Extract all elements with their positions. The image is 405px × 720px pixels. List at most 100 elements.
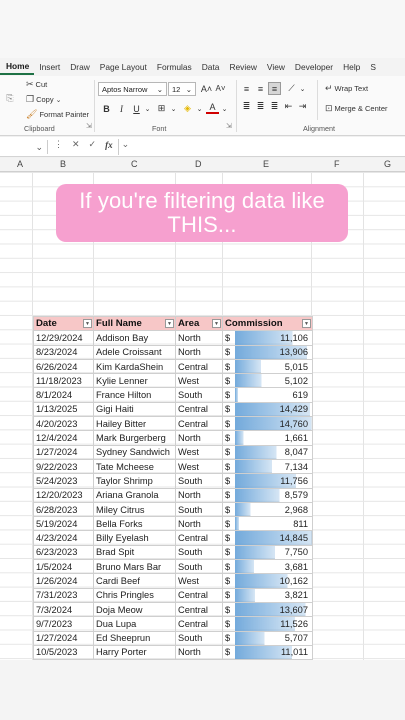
name-cell[interactable]: Billy Eyelash	[93, 530, 176, 546]
table-row[interactable]: 4/20/2023 Hailey Bitter Central $14,760	[33, 416, 314, 432]
tab-developer[interactable]: Developer	[290, 62, 338, 72]
currency-cell[interactable]: $	[222, 330, 235, 346]
align-top-icon[interactable]: ≡	[240, 82, 253, 95]
tab-formulas[interactable]: Formulas	[152, 62, 197, 72]
name-cell[interactable]: Dua Lupa	[93, 616, 176, 632]
filter-dropdown-icon[interactable]: ▼	[212, 319, 221, 328]
clipboard-launcher-icon[interactable]: ⇲	[86, 122, 92, 130]
date-cell[interactable]: 9/22/2023	[33, 458, 94, 475]
currency-cell[interactable]: $	[222, 358, 235, 375]
table-row[interactable]: 1/27/2024 Ed Sheeprun South $5,707	[33, 630, 314, 646]
area-cell[interactable]: North	[175, 644, 223, 661]
name-cell[interactable]: Mark Burgerberg	[93, 430, 176, 446]
currency-cell[interactable]: $	[222, 630, 235, 646]
table-row[interactable]: 7/3/2024 Doja Meow Central $13,607	[33, 601, 314, 618]
table-row[interactable]: 9/7/2023 Dua Lupa Central $11,526	[33, 616, 314, 632]
date-cell[interactable]: 6/23/2023	[33, 544, 94, 561]
area-cell[interactable]: West	[175, 573, 223, 589]
area-cell[interactable]: South	[175, 559, 223, 575]
area-cell[interactable]: Central	[175, 616, 223, 632]
commission-cell[interactable]: 13,906	[234, 344, 314, 360]
date-cell[interactable]: 7/31/2023	[33, 587, 94, 603]
tab-review[interactable]: Review	[224, 62, 261, 72]
align-left-icon[interactable]: ≣	[240, 100, 253, 113]
table-row[interactable]: 4/23/2024 Billy Eyelash Central $14,845	[33, 530, 314, 546]
chevron-down-icon[interactable]: ⌄	[218, 102, 231, 115]
currency-cell[interactable]: $	[222, 430, 235, 446]
area-cell[interactable]: North	[175, 487, 223, 503]
commission-cell[interactable]: 8,047	[234, 444, 314, 460]
formula-input[interactable]	[118, 139, 405, 155]
name-box[interactable]: ⌄	[0, 140, 48, 154]
commission-cell[interactable]: 14,760	[234, 416, 314, 432]
name-cell[interactable]: Kylie Lenner	[93, 373, 176, 389]
table-row[interactable]: 12/4/2024 Mark Burgerberg North $1,661	[33, 430, 314, 446]
table-row[interactable]: 1/5/2024 Bruno Mars Bar South $3,681	[33, 559, 314, 575]
table-row[interactable]: 6/26/2024 Kim KardaShein Central $5,015	[33, 358, 314, 375]
shrink-font-button[interactable]: A˅	[214, 82, 227, 95]
currency-cell[interactable]: $	[222, 616, 235, 632]
chevron-down-icon[interactable]: ⌄	[296, 82, 309, 95]
tab-page-layout[interactable]: Page Layout	[95, 62, 152, 72]
filter-dropdown-icon[interactable]: ▼	[302, 319, 312, 328]
font-launcher-icon[interactable]: ⇲	[226, 122, 232, 130]
name-cell[interactable]: Tate Mcheese	[93, 458, 176, 475]
area-cell[interactable]: South	[175, 501, 223, 518]
date-cell[interactable]: 1/5/2024	[33, 559, 94, 575]
area-cell[interactable]: North	[175, 330, 223, 346]
date-cell[interactable]: 5/19/2024	[33, 516, 94, 532]
area-cell[interactable]: South	[175, 544, 223, 561]
currency-cell[interactable]: $	[222, 559, 235, 575]
area-cell[interactable]: North	[175, 344, 223, 360]
commission-cell[interactable]: 619	[234, 387, 314, 403]
table-row[interactable]: 12/29/2024 Addison Bay North $11,106	[33, 330, 314, 346]
area-cell[interactable]: West	[175, 373, 223, 389]
date-cell[interactable]: 1/27/2024	[33, 630, 94, 646]
table-row[interactable]: 12/20/2023 Ariana Granola North $8,579	[33, 487, 314, 503]
area-cell[interactable]: North	[175, 430, 223, 446]
commission-cell[interactable]: 13,607	[234, 601, 314, 618]
chevron-down-icon[interactable]: ⌄	[141, 102, 154, 115]
tab-view[interactable]: View	[262, 62, 290, 72]
area-cell[interactable]: Central	[175, 401, 223, 418]
currency-cell[interactable]: $	[222, 387, 235, 403]
date-cell[interactable]: 6/28/2023	[33, 501, 94, 518]
column-header-d[interactable]: D	[195, 159, 202, 169]
column-header-e[interactable]: E	[263, 159, 269, 169]
date-cell[interactable]: 11/18/2023	[33, 373, 94, 389]
column-header-f[interactable]: F	[334, 159, 340, 169]
commission-cell[interactable]: 7,750	[234, 544, 314, 561]
font-size-select[interactable]: 12 ⌄	[168, 82, 196, 96]
date-cell[interactable]: 1/13/2025	[33, 401, 94, 418]
date-cell[interactable]: 12/20/2023	[33, 487, 94, 503]
commission-cell[interactable]: 2,968	[234, 501, 314, 518]
align-bottom-icon[interactable]: ≡	[268, 82, 281, 95]
tab-insert[interactable]: Insert	[34, 62, 65, 72]
column-header-g[interactable]: G	[384, 159, 391, 169]
commission-cell[interactable]: 3,821	[234, 587, 314, 603]
name-cell[interactable]: Brad Spit	[93, 544, 176, 561]
name-cell[interactable]: Harry Porter	[93, 644, 176, 661]
filter-dropdown-icon[interactable]: ▼	[165, 319, 174, 328]
currency-cell[interactable]: $	[222, 473, 235, 489]
paste-icon[interactable]: ⎘	[2, 84, 18, 112]
align-center-icon[interactable]: ≣	[254, 100, 267, 113]
table-row[interactable]: 1/27/2024 Sydney Sandwich West $8,047	[33, 444, 314, 460]
date-cell[interactable]: 6/26/2024	[33, 358, 94, 375]
name-cell[interactable]: Hailey Bitter	[93, 416, 176, 432]
date-cell[interactable]: 8/23/2024	[33, 344, 94, 360]
wrap-text-button[interactable]: ↵ Wrap Text	[325, 83, 368, 94]
date-cell[interactable]: 9/7/2023	[33, 616, 94, 632]
commission-cell[interactable]: 3,681	[234, 559, 314, 575]
area-cell[interactable]: Central	[175, 358, 223, 375]
area-cell[interactable]: North	[175, 516, 223, 532]
tab-data[interactable]: Data	[197, 62, 225, 72]
currency-cell[interactable]: $	[222, 530, 235, 546]
enter-button[interactable]: ✓	[89, 139, 97, 150]
currency-cell[interactable]: $	[222, 601, 235, 618]
currency-cell[interactable]: $	[222, 587, 235, 603]
area-cell[interactable]: South	[175, 387, 223, 403]
tab-home[interactable]: Home	[0, 59, 35, 75]
name-cell[interactable]: Ed Sheeprun	[93, 630, 176, 646]
increase-indent-icon[interactable]: ⇥	[296, 100, 309, 113]
